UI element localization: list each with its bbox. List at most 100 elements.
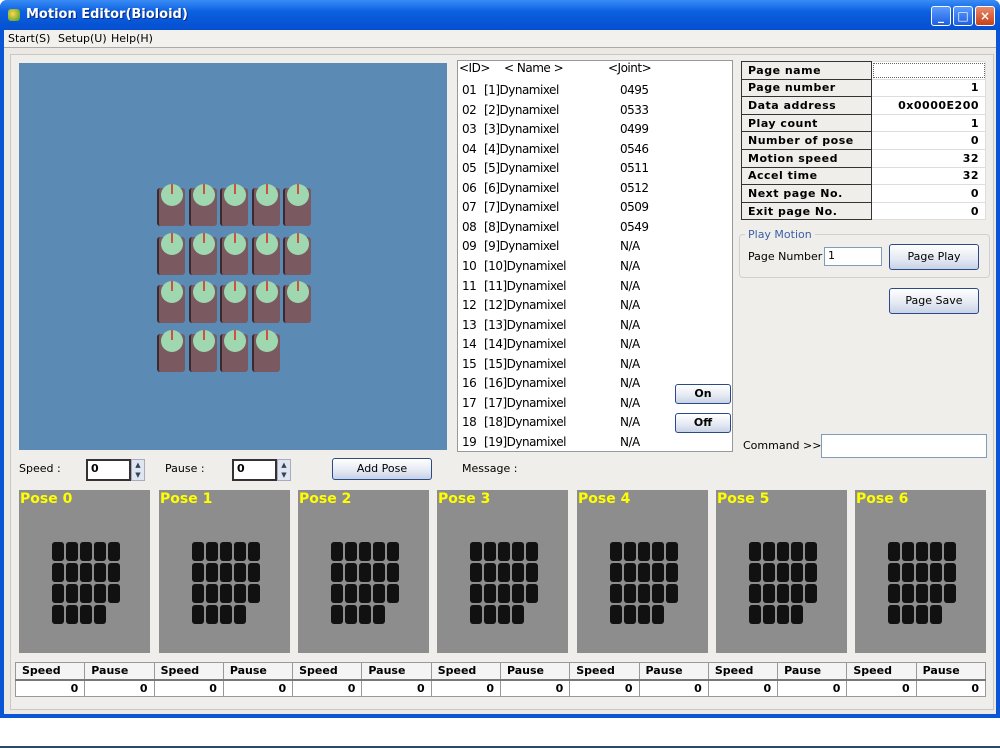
page-number-input[interactable]: 1 <box>824 247 882 266</box>
pose-speed-value[interactable]: 0 <box>14 679 86 697</box>
servo-list-row[interactable]: 19 [19]Dynamixel N/A <box>458 433 728 452</box>
property-value[interactable]: 32 <box>871 148 986 168</box>
pose-pause-value[interactable]: 0 <box>638 679 709 697</box>
speed-input[interactable]: 0 <box>86 459 131 481</box>
servo-model[interactable] <box>157 184 185 226</box>
servo-model[interactable] <box>157 329 185 372</box>
pause-input[interactable]: 0 <box>232 459 277 481</box>
property-value[interactable]: 0 <box>871 131 986 150</box>
servo-model[interactable] <box>220 281 248 323</box>
page-property-row: Number of pose 0 <box>741 131 986 150</box>
servo-model[interactable] <box>157 232 185 275</box>
servo-list-row[interactable]: 12 [12]Dynamixel N/A <box>458 296 728 315</box>
speed-spinner[interactable]: ▲ ▼ <box>131 459 145 481</box>
servo-list-row[interactable]: 10 [10]Dynamixel N/A <box>458 257 728 276</box>
maximize-button[interactable]: □ <box>953 6 973 26</box>
servo-list-row[interactable]: 15 [15]Dynamixel N/A <box>458 355 728 374</box>
servo-model[interactable] <box>188 281 217 323</box>
pose-pause-value[interactable]: 0 <box>777 679 848 697</box>
property-value[interactable]: 1 <box>871 113 986 133</box>
pose-speed-value[interactable]: 0 <box>846 679 917 697</box>
property-value[interactable] <box>871 61 986 80</box>
servo-name: [19]Dynamixel <box>484 434 566 449</box>
torque-off-button[interactable]: Off <box>675 413 731 433</box>
pose-thumbnail[interactable]: Pose 0 <box>19 490 150 653</box>
servo-model[interactable] <box>283 184 311 226</box>
pose-thumbnail[interactable]: Pose 1 <box>159 490 290 653</box>
mini-servo-icon <box>526 584 538 603</box>
servo-list-row[interactable]: 05 [5]Dynamixel 0511 <box>458 159 728 178</box>
mini-servo-icon <box>638 605 650 624</box>
servo-list-row[interactable]: 01 [1]Dynamixel 0495 <box>458 81 728 100</box>
pose-pause-value[interactable]: 0 <box>915 679 987 697</box>
add-pose-button[interactable]: Add Pose <box>332 458 432 480</box>
servo-model[interactable] <box>188 184 217 226</box>
pose-thumbnail[interactable]: Pose 6 <box>855 490 986 653</box>
command-label: Command >> <box>743 439 822 452</box>
pose-pause-value[interactable]: 0 <box>222 679 294 697</box>
pose-pause-value[interactable]: 0 <box>361 679 432 697</box>
property-value[interactable]: 1 <box>871 78 986 98</box>
pose-pause-value[interactable]: 0 <box>84 679 155 697</box>
servo-model[interactable] <box>283 232 311 275</box>
pose-thumbnail[interactable]: Pose 4 <box>577 490 708 653</box>
servo-list-row[interactable]: 08 [8]Dynamixel 0549 <box>458 218 728 237</box>
servo-horn-icon <box>224 281 246 303</box>
servo-model[interactable] <box>283 281 311 323</box>
pose-speed-value[interactable]: 0 <box>153 679 224 697</box>
servo-list-row[interactable]: 03 [3]Dynamixel 0499 <box>458 120 728 139</box>
servo-list-row[interactable]: 02 [2]Dynamixel 0533 <box>458 101 728 120</box>
servo-model[interactable] <box>157 281 185 323</box>
mini-servo-icon <box>470 563 482 582</box>
property-value[interactable]: 0 <box>871 201 986 221</box>
servo-model[interactable] <box>251 232 280 275</box>
pose-pause-value[interactable]: 0 <box>499 679 571 697</box>
servo-joint: 0533 <box>620 102 649 117</box>
mini-servo-icon <box>94 542 106 561</box>
servo-model[interactable] <box>188 329 217 372</box>
minimize-button[interactable]: _ <box>931 6 951 26</box>
servo-list-row[interactable]: 07 [7]Dynamixel 0509 <box>458 198 728 217</box>
page-save-button[interactable]: Page Save <box>889 288 979 314</box>
pose-thumbnail[interactable]: Pose 2 <box>298 490 429 653</box>
servo-list-row[interactable]: 06 [6]Dynamixel 0512 <box>458 179 728 198</box>
servo-list-row[interactable]: 11 [11]Dynamixel N/A <box>458 277 728 296</box>
servo-list-row[interactable]: 09 [9]Dynamixel N/A <box>458 237 728 256</box>
mini-servo-icon <box>373 542 385 561</box>
servo-list-row[interactable]: 13 [13]Dynamixel N/A <box>458 316 728 335</box>
pose-speed-value[interactable]: 0 <box>430 679 501 697</box>
servo-model[interactable] <box>251 184 280 226</box>
servo-model[interactable] <box>220 232 248 275</box>
command-input[interactable] <box>821 434 987 458</box>
close-button[interactable]: × <box>975 6 995 26</box>
servo-joint: N/A <box>620 278 640 293</box>
property-value[interactable]: 0x0000E200 <box>871 96 986 115</box>
mini-servo-icon <box>484 542 496 561</box>
menu-help[interactable]: Help(H) <box>111 32 153 45</box>
mini-servo-icon <box>94 605 106 624</box>
menu-setup[interactable]: Setup(U) <box>58 32 107 45</box>
property-value[interactable]: 32 <box>871 166 986 186</box>
servo-model[interactable] <box>220 329 248 372</box>
mini-servo-icon <box>52 584 64 603</box>
servo-list-row[interactable]: 14 [14]Dynamixel N/A <box>458 335 728 354</box>
pose-speed-value[interactable]: 0 <box>569 679 640 697</box>
pose-thumbnail[interactable]: Pose 5 <box>716 490 847 653</box>
pause-spinner[interactable]: ▲ ▼ <box>277 459 291 481</box>
menu-start[interactable]: Start(S) <box>8 32 50 45</box>
servo-model[interactable] <box>220 184 248 226</box>
servo-model[interactable] <box>251 329 280 372</box>
mini-servo-icon <box>345 563 357 582</box>
servo-model[interactable] <box>188 232 217 275</box>
pose-speed-value[interactable]: 0 <box>707 679 779 697</box>
mini-servo-icon <box>220 584 232 603</box>
robot-3d-view[interactable] <box>19 63 447 450</box>
page-play-button[interactable]: Page Play <box>889 244 979 270</box>
mini-servo-icon <box>234 542 246 561</box>
torque-on-button[interactable]: On <box>675 384 731 404</box>
property-value[interactable]: 0 <box>871 184 986 203</box>
pose-speed-value[interactable]: 0 <box>292 679 363 697</box>
servo-list-row[interactable]: 04 [4]Dynamixel 0546 <box>458 140 728 159</box>
servo-model[interactable] <box>251 281 280 323</box>
pose-thumbnail[interactable]: Pose 3 <box>437 490 568 653</box>
